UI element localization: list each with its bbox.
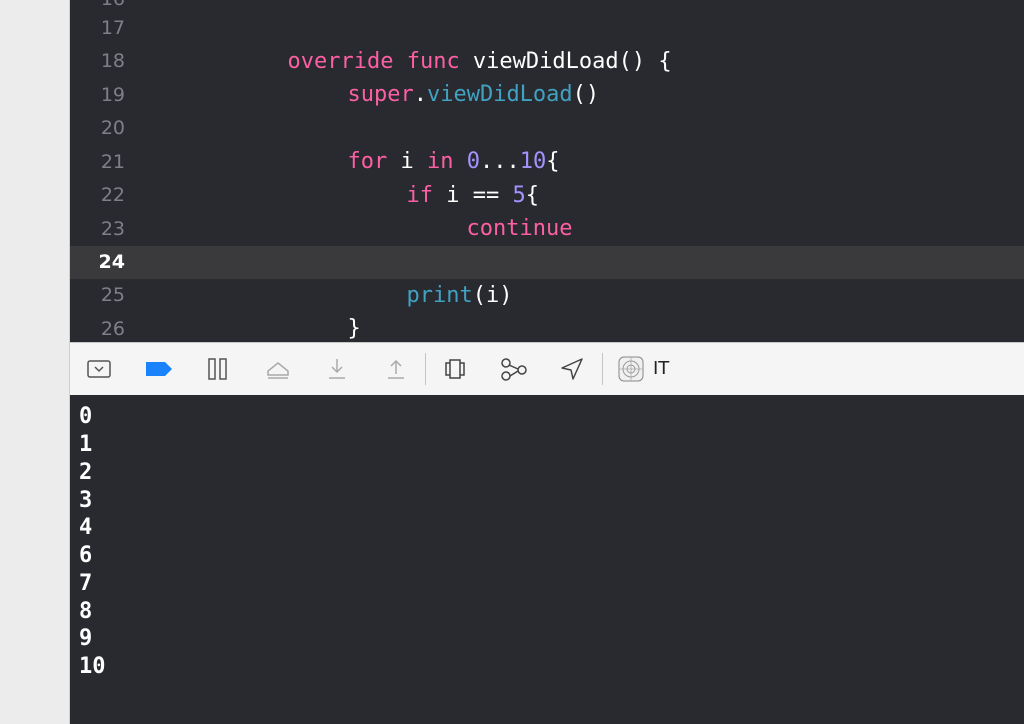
line-number: 21 [100, 151, 125, 173]
toolbar-divider [602, 353, 603, 385]
view-hierarchy-icon [445, 359, 465, 379]
code-line: 22 continue [70, 179, 1024, 241]
code-line: 23 } [70, 213, 1024, 275]
code-line: 20 for i in 0...10{ [70, 112, 1024, 174]
console-line: 3 [79, 488, 93, 513]
console-line: 0 [79, 404, 93, 429]
code-line: 18 super.viewDidLoad() [70, 45, 1024, 107]
pause-icon [208, 358, 227, 380]
target-selector-button[interactable] [617, 355, 645, 383]
pause-button[interactable] [204, 355, 232, 383]
debug-memory-graph-button[interactable] [500, 355, 528, 383]
console-line: 8 [79, 599, 93, 624]
code-line: 19 [70, 79, 1024, 112]
code-line: 21 if i == 5{ [70, 146, 1024, 208]
code-line: 17 override func viewDidLoad() { [70, 12, 1024, 74]
line-number: 23 [100, 218, 125, 240]
code-editor[interactable]: 16 17 override func viewDidLoad() { 18 s… [70, 0, 1024, 342]
line-number: 20 [100, 117, 125, 139]
current-code-line: 24 print(i) [70, 246, 1024, 308]
step-out-button[interactable] [382, 355, 410, 383]
line-number: 26 [100, 318, 125, 340]
line-number: 25 [100, 284, 125, 306]
console-line: 1 [79, 432, 93, 457]
line-number: 24 [98, 251, 125, 273]
step-into-icon [329, 359, 345, 379]
location-arrow-icon [561, 358, 583, 380]
step-out-icon [388, 359, 404, 379]
console-line: 7 [79, 571, 93, 596]
code-line: 26 [70, 313, 1024, 342]
memory-graph-icon [501, 358, 527, 381]
breakpoint-icon [146, 362, 172, 376]
simulate-location-button[interactable] [558, 355, 586, 383]
line-number: 17 [100, 17, 125, 39]
toolbar-divider [425, 353, 426, 385]
line-number: 22 [100, 184, 125, 206]
console-line: 4 [79, 515, 93, 540]
target-label[interactable]: IT [653, 357, 669, 381]
console-line: 2 [79, 460, 93, 485]
code-line: 25 } [70, 279, 1024, 341]
line-number: 19 [100, 84, 125, 106]
step-over-icon [267, 362, 289, 379]
debug-toolbar: IT [70, 342, 1024, 396]
step-into-button[interactable] [323, 355, 351, 383]
breakpoints-toggle-button[interactable] [145, 355, 173, 383]
hide-panel-icon [87, 360, 111, 378]
line-number: 18 [100, 50, 125, 72]
hide-debug-area-button[interactable] [85, 355, 113, 383]
console-output[interactable]: 0 1 2 3 4 6 7 8 9 10 [70, 395, 1024, 724]
console-line: 6 [79, 543, 93, 568]
console-line: 9 [79, 626, 93, 651]
app-icon [618, 356, 644, 382]
console-line: 10 [79, 654, 106, 679]
step-over-button[interactable] [264, 355, 292, 383]
navigator-pane [0, 0, 70, 724]
debug-view-hierarchy-button[interactable] [441, 355, 469, 383]
